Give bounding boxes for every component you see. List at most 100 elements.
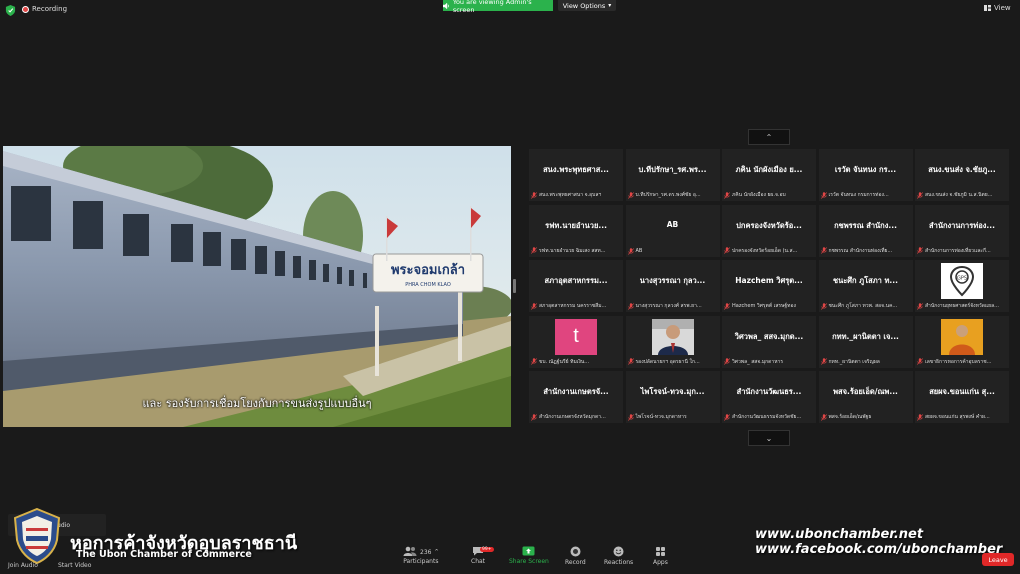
muted-mic-icon <box>724 247 730 254</box>
facebook-url: www.facebook.com/ubonchamber <box>755 542 1003 557</box>
participant-tile[interactable]: วิศวพล_ สสจ.มุกด... วิศวพล_ สสจ.มุกดาหาร <box>722 315 816 368</box>
viewing-banner: You are viewing Admin's screen <box>443 0 553 14</box>
participant-tile[interactable]: พสจ.ร้อยเอ็ด/ณพ... พสจ.ร้อยเอ็ด/ณพัฐธ <box>818 371 913 423</box>
muted-mic-icon <box>820 302 827 310</box>
muted-mic-icon <box>531 413 537 421</box>
view-options-button[interactable]: View Options ▾ <box>558 0 616 11</box>
chat-label: Chat <box>471 558 486 565</box>
apps-icon <box>655 547 665 556</box>
apps-button[interactable]: Apps <box>653 546 668 566</box>
participant-tile[interactable]: สนง.ขนส่ง จ.ชัยภู... สนง.ขนส่ง จ.ชัยภูมิ … <box>915 149 1009 201</box>
muted-mic-icon <box>820 191 827 199</box>
participant-display-name: สำนักงานการท่องเที่ยวและกี... <box>925 247 991 254</box>
participant-tile[interactable]: GPS สำนักงานยุทธศาสตร์จังหวัดแยล... <box>915 260 1009 312</box>
muted-mic-icon <box>820 413 827 421</box>
participant-label: สำนักงานยุทธศาสตร์จังหวัดแยล... <box>917 302 1007 310</box>
gallery-next-button[interactable]: ⌄ <box>748 430 790 446</box>
participant-label: ภคิน นักผังเมือง ยผ.จ.อบ <box>724 191 814 199</box>
participant-tile[interactable]: ชนะศึก ภูโสภา ท... ชนะศึก ภูโสภา ทวพ. สอจ… <box>818 260 913 312</box>
participant-label: สำนักงานเกษตรจังหวัดมุกดา... <box>531 413 621 421</box>
gallery-prev-button[interactable]: ⌃ <box>748 129 790 145</box>
participant-label: รฟท.นายอำนวย ฉิมเสง สสท... <box>531 247 621 255</box>
participant-tile[interactable]: สำนักงานเกษตรจั... สำนักงานเกษตรจังหวัดมุ… <box>529 371 623 423</box>
participant-tile[interactable]: ปกครองจังหวัดร้อ... ปกครองจังหวัดร้อยเอ็ด… <box>722 204 816 257</box>
participant-tile[interactable]: สำนักงานวัฒนธร... สำนักงานวัฒนธรรมจังหวัด… <box>722 371 816 423</box>
participant-label: กทท._ผานิตตา เจริญผล <box>820 358 911 366</box>
participant-label: วิศวพล_ สสจ.มุกดาหาร <box>724 358 814 366</box>
leave-button[interactable]: Leave <box>982 553 1014 566</box>
reactions-icon <box>613 546 624 557</box>
chevron-down-icon: ▾ <box>608 2 612 9</box>
participant-tile[interactable]: นางสุวรรณา กุลว... นางสุวรรณา กุลวงศ์ สรพ… <box>625 260 720 312</box>
station-sign-latin: PHRA CHOM KLAO <box>405 282 451 288</box>
record-button[interactable]: Record <box>565 546 586 566</box>
participant-label: ขบ. ณัฏฐ์นรีย์ ทิมเงิน... <box>531 358 621 366</box>
view-button[interactable]: View <box>984 4 1011 12</box>
recording-label: Recording <box>32 5 68 13</box>
participant-display-name: ชนะศึก ภูโสภา ทวพ. สอจ.นค... <box>828 303 898 309</box>
muted-mic-icon <box>724 358 730 365</box>
join-audio-label: Join Audio <box>8 562 38 569</box>
recording-indicator[interactable]: Recording <box>22 5 67 13</box>
participant-tile[interactable]: สนง.พระพุทธศาส... สนง.พระพุทธศาสนา จ.อุบล… <box>529 149 623 201</box>
participant-label: สนง.พระพุทธศาสนา จ.อุบลฯ <box>531 191 621 199</box>
start-video-label: Start Video <box>58 562 92 569</box>
join-audio-button[interactable]: Join Audio <box>8 562 38 569</box>
participant-tile[interactable]: สยผจ.ขอนแก่น สุ... สยผจ.ขอนแก่น สุรพงษ์ ค… <box>915 371 1009 423</box>
participant-name: ปกครองจังหวัดร้อ... <box>736 220 802 230</box>
participant-video-avatar <box>651 318 694 355</box>
participant-tile[interactable]: Hazchem วิศรุต... Hazchem วิศรุตต์ เสรษฐ์… <box>722 260 816 312</box>
participant-display-name: บ.ทีปรักษา_รศ.ดร.พงศ์ชัย อุ... <box>635 192 701 198</box>
participant-tile[interactable]: เรวัต จันทนง กร... เรวัต จันทนง กรมการท่อ… <box>818 149 913 201</box>
participant-label: สำนักงานวัฒนธรรมจังหวัดชัย... <box>724 413 814 421</box>
start-video-button[interactable]: Start Video <box>58 562 91 569</box>
participant-name: สนง.พระพุทธศาส... <box>543 165 609 174</box>
participant-label: ชนะศึก ภูโสภา ทวพ. สอจ.นค... <box>820 302 911 310</box>
grid-view-icon <box>984 5 991 11</box>
participant-label: พสจ.ร้อยเอ็ด/ณพัฐธ <box>820 413 911 421</box>
gps-avatar-icon: GPS <box>941 263 983 299</box>
participant-display-name: สนง.พระพุทธศาสนา จ.อุบลฯ <box>539 192 602 198</box>
participant-tile[interactable]: รองปลัดนายกฯ อุดรธานี ใก... <box>625 315 720 368</box>
participant-name: Hazchem วิศรุต... <box>735 276 803 285</box>
share-screen-button[interactable]: Share Screen <box>509 546 549 565</box>
participant-label: นางสุวรรณา กุลวงศ์ สรพ.ยา... <box>627 302 718 310</box>
train-video-frame: พระจอมเกล้า PHRA CHOM KLAO <box>3 146 511 427</box>
svg-text:GPS: GPS <box>957 276 967 282</box>
participant-tile[interactable]: t ขบ. ณัฏฐ์นรีย์ ทิมเงิน... <box>529 315 623 368</box>
participants-button[interactable]: 236 ^ Participants <box>403 546 439 565</box>
participant-display-name: วิศวพล_ สสจ.มุกดาหาร <box>732 358 784 365</box>
participant-display-name: สำนักงานยุทธศาสตร์จังหวัดแยล... <box>925 303 999 309</box>
splitter-handle[interactable] <box>513 279 516 293</box>
participant-display-name: ภคิน นักผังเมือง ยผ.จ.อบ <box>732 192 786 198</box>
record-label: Record <box>565 559 586 566</box>
participant-tile[interactable]: ภคิน นักผังเมือง ย... ภคิน นักผังเมือง ยผ… <box>722 149 816 201</box>
chamber-logo-icon <box>14 508 60 564</box>
participant-tile[interactable]: เลขาธิการหอการค้าอุบลราช... <box>915 315 1009 368</box>
participant-name: เรวัต จันทนง กร... <box>834 165 897 174</box>
reactions-button[interactable]: Reactions <box>604 546 633 566</box>
participant-tile[interactable]: สภาอุตสาหกรรม... สภาอุตสาหกรรม นครราชสีม.… <box>529 260 623 312</box>
chamber-english-name: The Ubon Chamber of Commerce <box>76 549 252 560</box>
participant-display-name: สภาอุตสาหกรรม นครราชสีม... <box>539 303 607 309</box>
record-dot-icon <box>22 5 29 13</box>
participant-display-name: นางสุวรรณา กุลวงศ์ สรพ.ยา... <box>635 303 702 309</box>
muted-mic-icon <box>531 358 537 365</box>
record-icon <box>570 546 581 557</box>
participant-tile[interactable]: สำนักงานการท่อง... สำนักงานการท่องเที่ยวแ… <box>915 204 1009 257</box>
participant-name: นางสุวรรณา กุลว... <box>639 276 706 285</box>
participant-tile[interactable]: กทท._ผานิตตา เจ... กทท._ผานิตตา เจริญผล <box>818 315 913 368</box>
participant-name: สำนักงานการท่อง... <box>929 220 995 230</box>
participant-tile[interactable]: AB AB <box>625 204 720 257</box>
participant-tile[interactable]: ไพโรจน์-ทวจ.มุก... ไพโรจน์-ทวจ.มุกดาหาร <box>625 371 720 423</box>
participants-label: Participants <box>403 558 439 565</box>
participant-tile[interactable]: บ.ทีปรักษา_รศ.พร... บ.ทีปรักษา_รศ.ดร.พงศ์… <box>625 149 720 201</box>
muted-mic-icon <box>820 358 827 365</box>
shared-screen[interactable]: พระจอมเกล้า PHRA CHOM KLAO และ รองรับการ… <box>3 146 511 427</box>
participant-name: รฟท.นายอำนวย... <box>545 220 607 230</box>
website-url: www.ubonchamber.net <box>755 527 924 542</box>
participant-tile[interactable]: รฟท.นายอำนวย... รฟท.นายอำนวย ฉิมเสง สสท..… <box>529 204 623 257</box>
participant-tile[interactable]: กชพรรณ สำนักง... กชพรรณ สำนักงานท่องเที่ย… <box>818 204 913 257</box>
participant-display-name: เลขาธิการหอการค้าอุบลราช... <box>925 358 992 365</box>
participant-display-name: Hazchem วิศรุตต์ เสรษฐ์ทอง <box>732 303 796 309</box>
